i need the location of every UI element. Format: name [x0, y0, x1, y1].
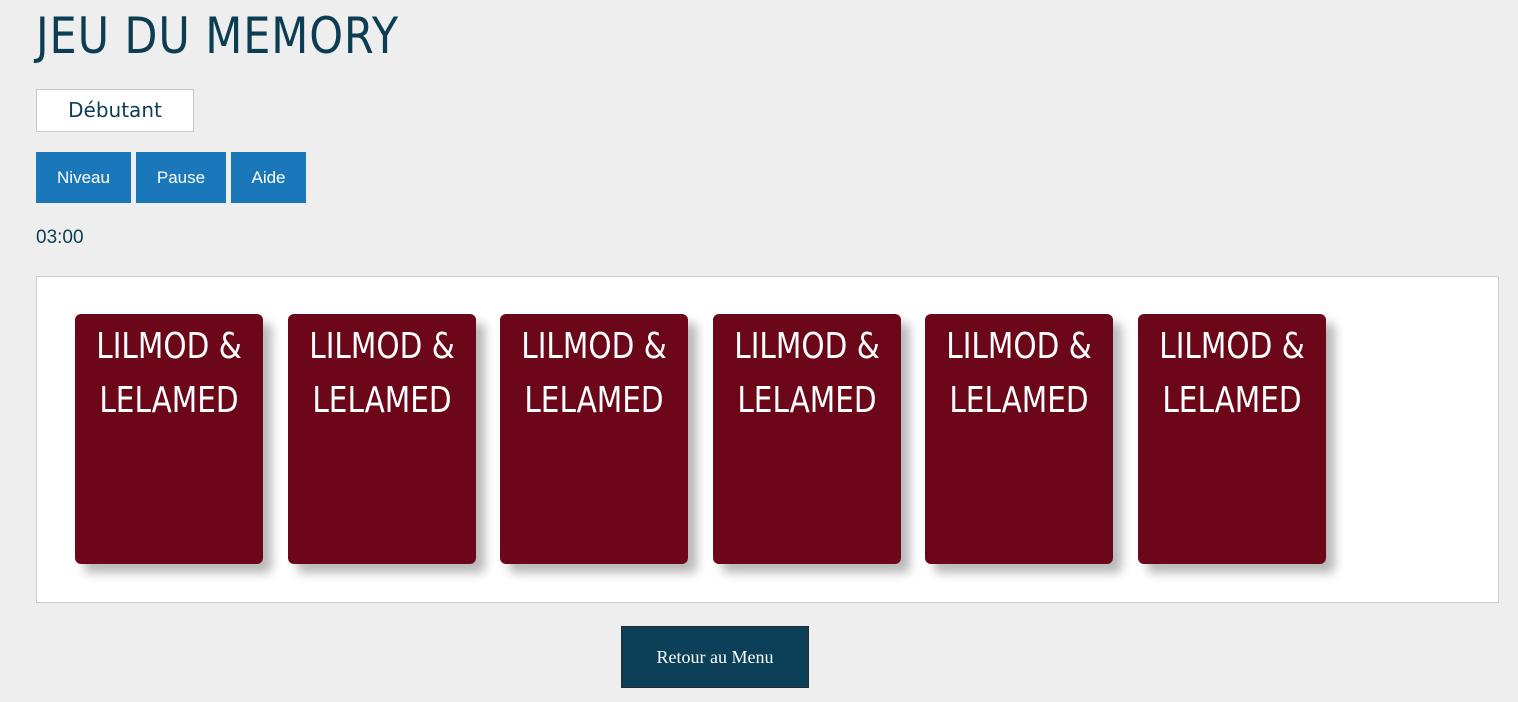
back-to-menu-button[interactable]: Retour au Menu [621, 626, 809, 688]
card-label: LILMOD & LELAMED [96, 326, 242, 421]
card-label: LILMOD & LELAMED [309, 326, 455, 421]
memory-card[interactable]: LILMOD & LELAMED [288, 314, 476, 564]
card-label: LILMOD & LELAMED [1159, 326, 1305, 421]
timer: 03:00 [36, 227, 84, 248]
page-title: JEU DU MEMORY [36, 7, 400, 65]
card-label: LILMOD & LELAMED [946, 326, 1092, 421]
memory-card[interactable]: LILMOD & LELAMED [713, 314, 901, 564]
memory-card[interactable]: LILMOD & LELAMED [500, 314, 688, 564]
memory-card[interactable]: LILMOD & LELAMED [925, 314, 1113, 564]
game-board: LILMOD & LELAMED LILMOD & LELAMED LILMOD… [36, 276, 1499, 603]
memory-card[interactable]: LILMOD & LELAMED [1138, 314, 1326, 564]
memory-card[interactable]: LILMOD & LELAMED [75, 314, 263, 564]
card-label: LILMOD & LELAMED [521, 326, 667, 421]
card-label: LILMOD & LELAMED [734, 326, 880, 421]
level-display: Débutant [36, 89, 194, 132]
niveau-button[interactable]: Niveau [36, 152, 131, 203]
aide-button[interactable]: Aide [231, 152, 306, 203]
pause-button[interactable]: Pause [136, 152, 226, 203]
